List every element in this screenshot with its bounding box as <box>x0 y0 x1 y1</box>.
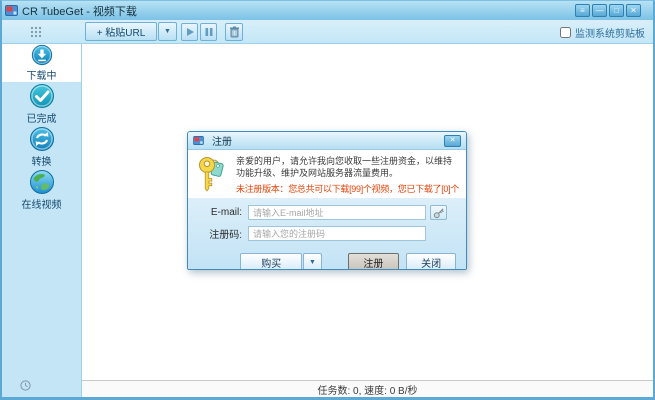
register-button[interactable]: 注册 <box>348 253 400 270</box>
email-field[interactable] <box>248 205 426 220</box>
sidebar-item-completed[interactable]: 已完成 <box>2 82 81 125</box>
buy-button[interactable]: 购买 <box>240 253 302 270</box>
register-form: E-mail: 注册码: 购买 ▼ 注册 <box>188 198 466 242</box>
maximize-icon[interactable]: □ <box>609 4 624 17</box>
download-circle-icon <box>29 44 55 66</box>
check-circle-icon <box>29 83 55 109</box>
regcode-field[interactable] <box>248 226 426 241</box>
dialog-app-icon <box>193 136 204 145</box>
pause-icon <box>204 27 214 37</box>
dialog-buttons: 购买 ▼ 注册 关闭 <box>198 247 456 270</box>
clipboard-checkbox[interactable] <box>560 27 571 38</box>
window-title: CR TubeGet - 视频下载 <box>22 3 137 19</box>
minimize-icon[interactable]: — <box>592 4 607 17</box>
dialog-titlebar: 注册 ✕ <box>188 132 466 150</box>
sidebar-item-downloading[interactable]: 下载中 <box>2 44 81 82</box>
start-download-button[interactable] <box>181 23 198 41</box>
sidebar-item-online-video[interactable]: 在线视频 <box>2 168 81 211</box>
dialog-body: 亲爱的用户，请允许我向您收取一些注册资金，以维持功能升级、维护及网站服务器流量费… <box>188 150 466 269</box>
sidebar: 下载中 已完成 转换 <box>2 44 82 397</box>
buy-dropdown-icon[interactable]: ▼ <box>303 253 321 270</box>
statusbar: 任务数: 0, 速度: 0 B/秒 <box>82 380 653 397</box>
drag-handle-icon[interactable] <box>30 26 43 39</box>
dialog-title: 注册 <box>212 133 232 148</box>
dialog-close-icon[interactable]: ✕ <box>444 135 461 147</box>
convert-circle-icon <box>29 126 55 152</box>
trash-icon <box>229 26 240 38</box>
app-window: CR TubeGet - 视频下载 ≡ — □ ✕ + 粘贴URL ▼ <box>0 0 655 400</box>
sidebar-item-label: 在线视频 <box>22 196 62 211</box>
status-text: 任务数: 0, 速度: 0 B/秒 <box>317 382 417 397</box>
titlebar: CR TubeGet - 视频下载 ≡ — □ ✕ <box>2 1 653 20</box>
sidebar-item-label: 下载中 <box>27 67 57 82</box>
pause-download-button[interactable] <box>200 23 217 41</box>
register-dialog: 注册 ✕ 亲爱的用户，请允许我向您收取一些注册资金，以维持功能升级、维护及网站服… <box>187 131 467 270</box>
dialog-message-text: 亲爱的用户，请允许我向您收取一些注册资金，以维持功能升级、维护及网站服务器流量费… <box>236 155 458 198</box>
app-icon <box>5 5 18 16</box>
toolbar: + 粘贴URL ▼ 监测系统剪贴板 <box>2 20 653 44</box>
sidebar-item-convert[interactable]: 转换 <box>2 125 81 168</box>
register-message: 亲爱的用户，请允许我向您收取一些注册资金，以维持功能升级、维护及网站服务器流量费… <box>236 156 458 179</box>
close-icon[interactable]: ✕ <box>626 4 641 17</box>
sidebar-item-label: 已完成 <box>27 110 57 125</box>
delete-task-button[interactable] <box>225 23 243 41</box>
dialog-message-area: 亲爱的用户，请允许我向您收取一些注册资金，以维持功能升级、维护及网站服务器流量费… <box>188 150 466 198</box>
paste-url-dropdown-icon[interactable]: ▼ <box>158 22 177 41</box>
email-label: E-mail: <box>198 207 242 218</box>
regcode-row: 注册码: <box>198 226 456 241</box>
fetch-code-button[interactable] <box>430 205 447 220</box>
clipboard-monitor-group: 监测系统剪贴板 <box>560 25 645 40</box>
paste-url-button[interactable]: + 粘贴URL <box>85 22 157 41</box>
dialog-close-button[interactable]: 关闭 <box>406 253 456 270</box>
unregistered-warning: 未注册版本：您总共可以下载[99]个视频，您已下载了[0]个 <box>236 182 458 195</box>
globe-icon <box>29 169 55 195</box>
sidebar-item-label: 转换 <box>32 153 52 168</box>
play-icon <box>185 27 195 37</box>
window-menu-icon[interactable]: ≡ <box>575 4 590 17</box>
window-controls: ≡ — □ ✕ <box>575 4 641 17</box>
regcode-label: 注册码: <box>198 226 242 241</box>
email-row: E-mail: <box>198 205 456 220</box>
key-icon <box>198 156 226 196</box>
clock-icon <box>20 380 31 391</box>
clipboard-checkbox-label: 监测系统剪贴板 <box>575 25 645 40</box>
small-key-icon <box>433 207 445 219</box>
